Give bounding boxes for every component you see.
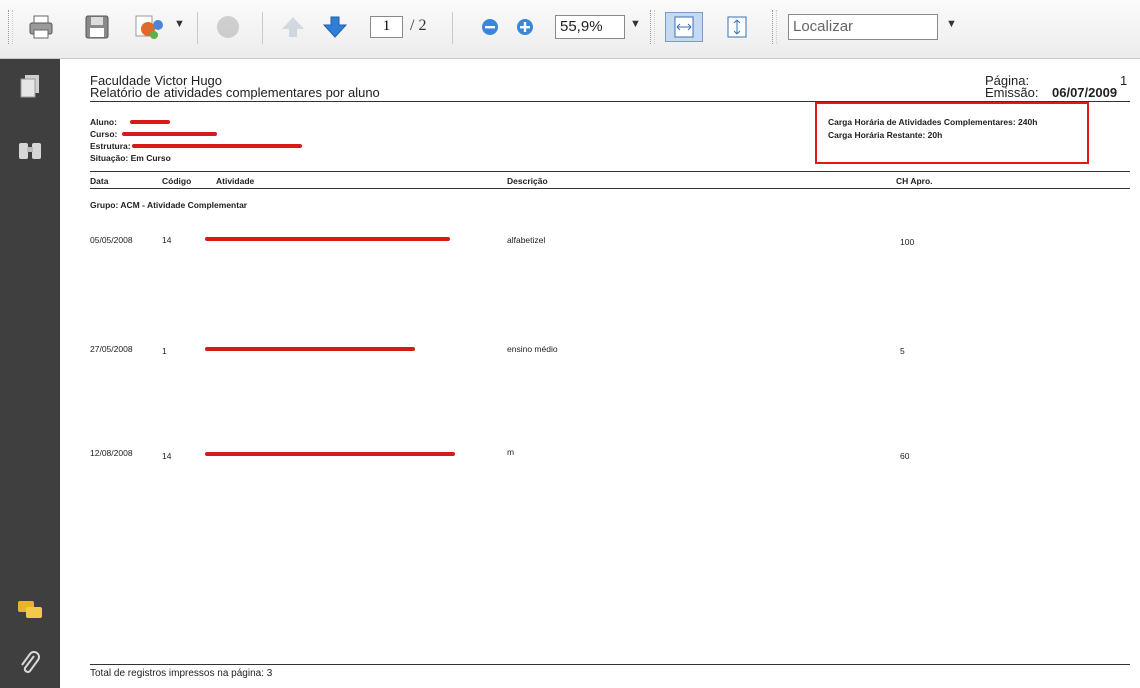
report-title: Relatório de atividades complementares p…	[90, 85, 380, 100]
footer-line	[90, 664, 1130, 665]
pages-icon[interactable]	[15, 71, 45, 101]
page-number-input[interactable]: 1	[370, 16, 403, 38]
row-description: m	[507, 447, 515, 457]
highlight-box	[815, 102, 1089, 164]
column-date: Data	[90, 176, 109, 186]
fit-width-icon[interactable]	[665, 12, 703, 42]
column-description: Descrição	[507, 176, 548, 186]
row-date: 05/05/2008	[90, 235, 133, 245]
page-value: 1	[1120, 73, 1128, 88]
toolbar-separator	[197, 12, 198, 44]
row-hours: 5	[900, 346, 905, 356]
find-input[interactable]: Localizar	[788, 14, 938, 40]
share-icon[interactable]	[130, 12, 170, 42]
footer-total: Total de registros impressos na página: …	[90, 668, 273, 679]
redaction-mark	[205, 237, 450, 241]
toolbar-grip[interactable]	[8, 10, 13, 44]
situation-text: Situação: Em Curso	[90, 153, 171, 163]
save-icon[interactable]	[80, 12, 114, 42]
toolbar-grip	[772, 10, 777, 44]
comments-icon[interactable]	[15, 595, 45, 625]
row-date: 27/05/2008	[90, 344, 133, 354]
prev-page-icon[interactable]	[278, 12, 308, 42]
row-description: alfabetizel	[507, 235, 546, 245]
document-page: Faculdade Victor Hugo Relatório de ativi…	[60, 59, 1140, 688]
column-hours: CH Apro.	[896, 176, 933, 186]
zoom-out-icon[interactable]	[478, 12, 502, 42]
redaction-mark	[132, 144, 302, 148]
emission-label: Emissão:	[985, 85, 1039, 100]
student-label: Aluno:	[90, 117, 117, 127]
paperclip-icon[interactable]	[15, 649, 45, 679]
row-date: 12/08/2008	[90, 448, 133, 458]
page-total: / 2	[410, 17, 427, 34]
structure-label: Estrutura:	[90, 141, 131, 151]
group-label: Grupo: ACM - Atividade Complementar	[90, 200, 248, 210]
column-activity: Atividade	[216, 176, 255, 186]
next-page-icon[interactable]	[320, 12, 350, 42]
row-code: 14	[162, 451, 172, 461]
table-top-line	[90, 171, 1130, 172]
table-header-line	[90, 188, 1130, 189]
row-hours: 60	[900, 451, 910, 461]
navigation-panel	[0, 59, 60, 688]
toolbar-separator	[262, 12, 263, 44]
comment-icon[interactable]	[210, 12, 246, 42]
redaction-mark	[122, 132, 217, 136]
find-dropdown-icon[interactable]: ▼	[946, 18, 957, 30]
column-code: Código	[162, 176, 192, 186]
redaction-mark	[130, 120, 170, 124]
row-code: 1	[162, 346, 167, 356]
row-hours: 100	[900, 237, 915, 247]
zoom-in-icon[interactable]	[513, 12, 537, 42]
toolbar-grip	[650, 10, 655, 44]
redaction-mark	[205, 347, 415, 351]
fit-page-icon[interactable]	[722, 12, 752, 42]
zoom-level-input[interactable]: 55,9%	[555, 15, 625, 39]
share-dropdown-icon[interactable]: ▼	[174, 18, 185, 30]
emission-value: 06/07/2009	[1052, 85, 1118, 100]
course-label: Curso:	[90, 129, 118, 139]
toolbar: ▼ 1 / 2 55,9% ▼ Localizar ▼	[0, 0, 1140, 59]
row-code: 14	[162, 235, 172, 245]
row-description: ensino médio	[507, 344, 558, 354]
print-icon[interactable]	[24, 12, 58, 42]
toolbar-separator	[452, 12, 453, 44]
attachments-binoculars-icon[interactable]	[15, 135, 45, 165]
redaction-mark	[205, 452, 455, 456]
zoom-dropdown-icon[interactable]: ▼	[630, 18, 641, 30]
